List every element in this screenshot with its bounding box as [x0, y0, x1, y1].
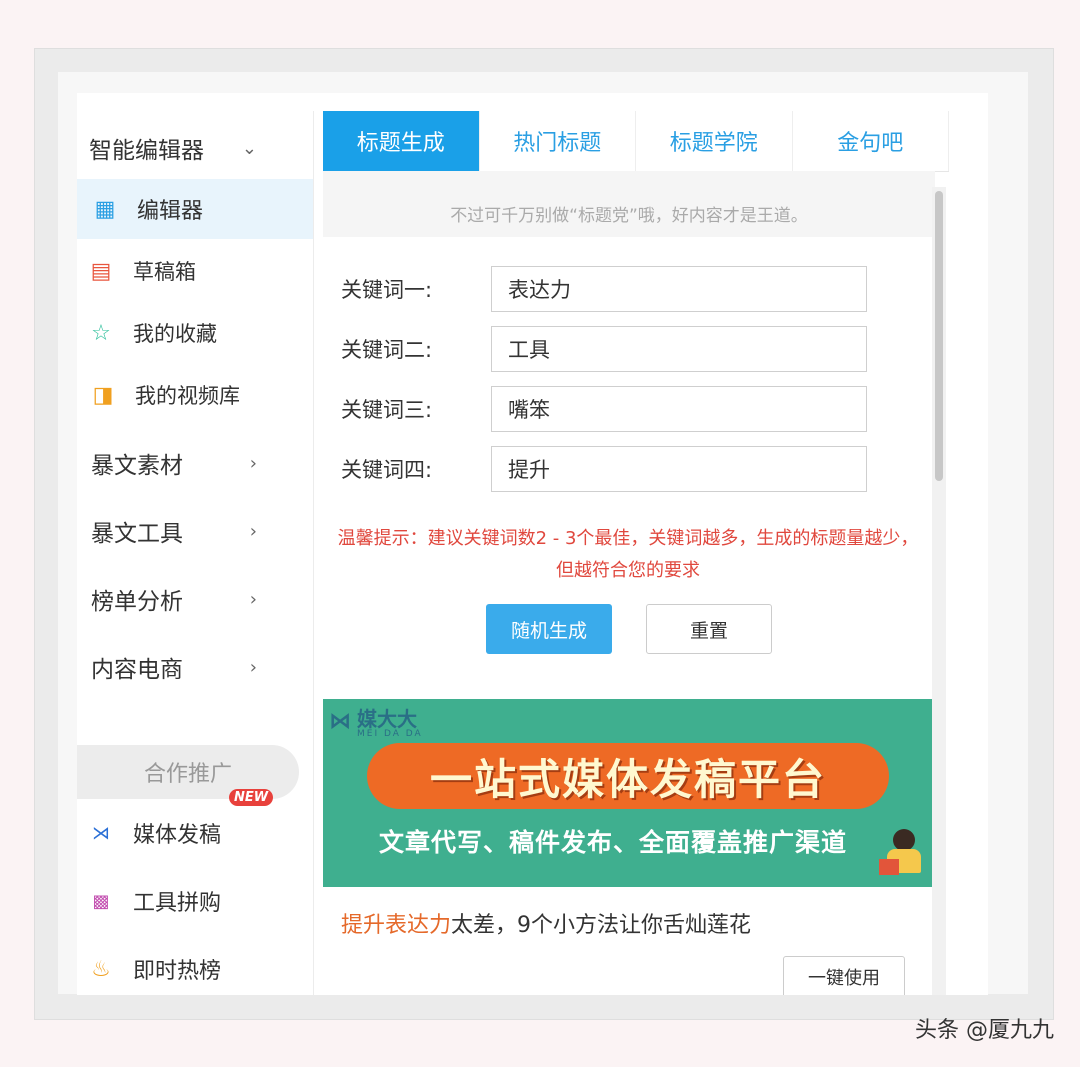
star-icon: ☆	[91, 320, 111, 346]
keyword-row-3: 关键词三: 嘴笨	[341, 385, 867, 433]
sidebar-group-ecommerce[interactable]: 内容电商 ›	[91, 637, 327, 697]
sidebar-item-editor[interactable]: ▦ 编辑器	[77, 179, 313, 239]
tip-box: 不过可千万别做“标题党”哦，好内容才是王道。	[323, 171, 935, 237]
sidebar-group-label: 内容电商	[91, 657, 183, 683]
brand-sub: MEI DA DA	[357, 729, 423, 739]
video-icon: ◨	[92, 382, 114, 408]
brand-logo: ⋈ 媒大大 MEI DA DA	[329, 703, 423, 739]
tab-title-generate[interactable]: 标题生成	[323, 111, 480, 171]
tab-bar: 标题生成 热门标题 标题学院 金句吧	[323, 111, 949, 172]
tool-icon: ▩	[92, 890, 110, 912]
sidebar-group-tools[interactable]: 暴文工具 ›	[91, 501, 327, 561]
sidebar-item-group-buy[interactable]: ▩ 工具拼购	[77, 871, 313, 931]
banner-title: 一站式媒体发稿平台	[429, 754, 826, 804]
sidebar-item-video-library[interactable]: ◨ 我的视频库	[77, 365, 313, 425]
fire-icon: ♨	[91, 956, 111, 982]
ad-banner[interactable]: ⋈ 媒大大 MEI DA DA 一站式媒体发稿平台 文章代写、稿件发布、全面覆盖推…	[323, 699, 935, 887]
keyword-label: 关键词二:	[341, 338, 433, 362]
app-screen: 智能编辑器 ⌄ ▦ 编辑器 ▤ 草稿箱 ☆ 我的收藏 ◨ 我的视频库 暴文素材 …	[77, 93, 988, 995]
chevron-right-icon: ›	[249, 588, 257, 610]
keyword-label: 关键词三:	[341, 398, 433, 422]
use-title-button[interactable]: 一键使用	[783, 956, 905, 995]
watermark: 头条 @厦九九	[915, 1018, 1054, 1043]
keyword-input-2[interactable]: 工具	[491, 326, 867, 372]
sidebar-item-label: 我的收藏	[133, 322, 217, 346]
sidebar-item-label: 媒体发稿	[133, 823, 222, 848]
draft-icon: ▤	[90, 258, 112, 284]
sidebar-header-smart-editor[interactable]: 智能编辑器 ⌄	[89, 121, 325, 175]
banner-title-pill: 一站式媒体发稿平台	[367, 743, 889, 809]
sidebar-item-label: 草稿箱	[133, 260, 196, 284]
sidebar-group-materials[interactable]: 暴文素材 ›	[91, 433, 327, 493]
title-highlight: 提升表达力	[341, 913, 452, 938]
keyword-input-3[interactable]: 嘴笨	[491, 386, 867, 432]
tab-hot-titles[interactable]: 热门标题	[480, 111, 636, 171]
media-icon: ⋊	[92, 822, 110, 844]
new-badge: NEW	[229, 789, 274, 806]
keyword-row-4: 关键词四: 提升	[341, 445, 867, 493]
brand-name: 媒大大	[357, 707, 417, 731]
banner-subtitle: 文章代写、稿件发布、全面覆盖推广渠道	[379, 828, 848, 857]
tip-text: 不过可千万别做“标题党”哦，好内容才是王道。	[450, 206, 808, 226]
brand-logo-icon: ⋈	[329, 708, 351, 734]
keyword-input-4[interactable]: 提升	[491, 446, 867, 492]
random-generate-button[interactable]: 随机生成	[486, 604, 612, 654]
keyword-row-2: 关键词二: 工具	[341, 325, 867, 373]
sidebar-header-label: 智能编辑器	[89, 138, 204, 164]
sidebar-group-label: 暴文素材	[91, 453, 183, 479]
sidebar-item-hot-list[interactable]: ♨ 即时热榜	[77, 939, 313, 995]
grid-icon: ▦	[94, 196, 116, 222]
scrollbar[interactable]	[932, 187, 946, 995]
chevron-right-icon: ›	[249, 656, 257, 678]
sidebar: 智能编辑器 ⌄ ▦ 编辑器 ▤ 草稿箱 ☆ 我的收藏 ◨ 我的视频库 暴文素材 …	[77, 111, 314, 995]
keyword-row-1: 关键词一: 表达力	[341, 265, 867, 313]
reset-button[interactable]: 重置	[646, 604, 772, 654]
chevron-down-icon: ⌄	[241, 137, 257, 159]
chevron-right-icon: ›	[249, 452, 257, 474]
sidebar-group-label: 暴文工具	[91, 521, 183, 547]
keyword-label: 关键词一:	[341, 278, 433, 302]
warning-text: 温馨提示：建议关键词数2 - 3个最佳，关键词越多，生成的标题量越少，但越符合您…	[337, 528, 919, 581]
keyword-label: 关键词四:	[341, 458, 433, 482]
keyword-input-1[interactable]: 表达力	[491, 266, 867, 312]
scrollbar-thumb[interactable]	[935, 191, 943, 481]
sidebar-item-favorites[interactable]: ☆ 我的收藏	[77, 303, 313, 363]
title-rest: 太差，9个小方法让你舌灿莲花	[451, 913, 752, 938]
sidebar-group-rankings[interactable]: 榜单分析 ›	[91, 569, 327, 629]
sidebar-item-drafts[interactable]: ▤ 草稿箱	[77, 241, 313, 301]
sidebar-group-label: 榜单分析	[91, 589, 183, 615]
sidebar-item-label: 即时热榜	[133, 959, 222, 984]
generated-title: 提升表达力太差，9个小方法让你舌灿莲花	[341, 907, 751, 939]
tab-golden-quotes[interactable]: 金句吧	[793, 111, 949, 171]
sidebar-item-label: 工具拼购	[133, 891, 222, 916]
sidebar-item-media-publish[interactable]: ⋊ 媒体发稿 NEW	[77, 789, 313, 863]
sidebar-item-label: 编辑器	[137, 199, 204, 224]
main-panel: 标题生成 热门标题 标题学院 金句吧 不过可千万别做“标题党”哦，好内容才是王道…	[323, 111, 949, 995]
chevron-right-icon: ›	[249, 520, 257, 542]
tab-title-academy[interactable]: 标题学院	[636, 111, 793, 171]
illustration-icon	[879, 823, 929, 879]
sidebar-item-label: 我的视频库	[135, 384, 240, 408]
